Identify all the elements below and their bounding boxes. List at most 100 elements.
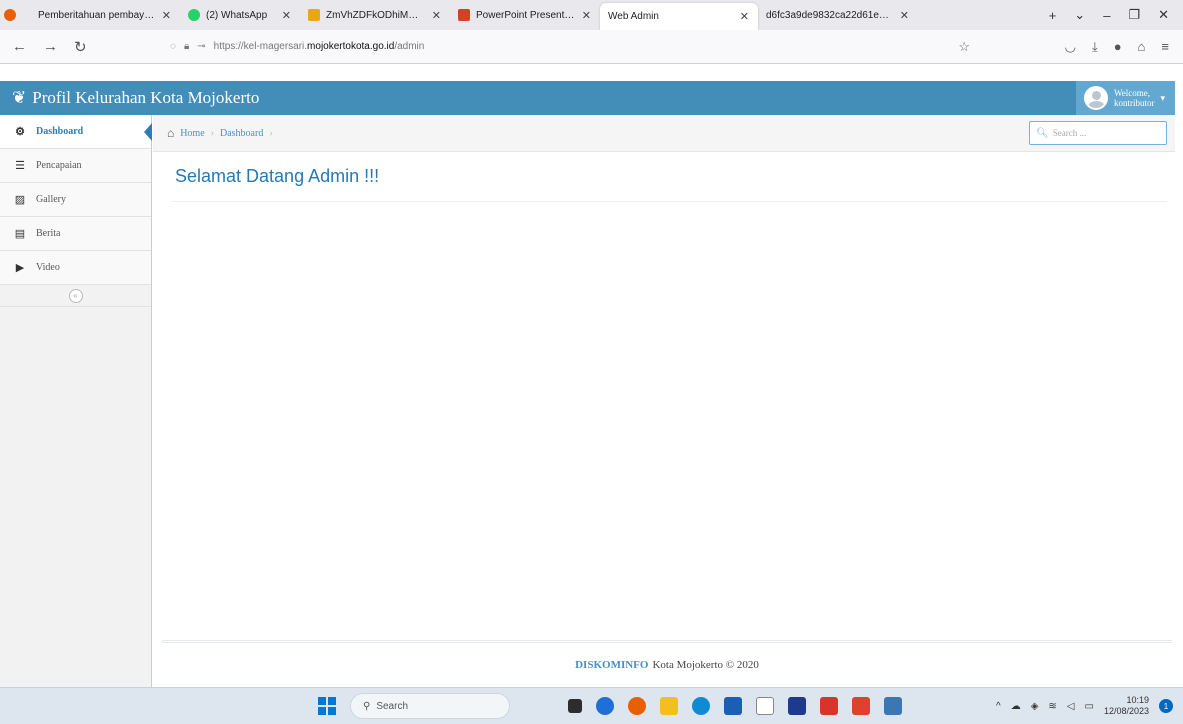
tab-title: d6fc3a9de9832ca22d61eb731e: [766, 9, 894, 21]
breadcrumb-current[interactable]: Dashboard: [220, 128, 263, 139]
reload-icon[interactable]: ↻: [74, 38, 87, 56]
chat-icon[interactable]: [596, 697, 614, 715]
game-icon[interactable]: [788, 697, 806, 715]
clock-date: 12/08/2023: [1103, 706, 1149, 716]
tab-title: Web Admin: [608, 11, 659, 22]
amazon-icon[interactable]: [756, 697, 774, 715]
close-icon[interactable]: ✕: [740, 10, 749, 23]
sidebar-item-video[interactable]: ▶ Video: [0, 251, 151, 285]
close-window-icon[interactable]: ✕: [1158, 7, 1169, 23]
close-icon[interactable]: ✕: [282, 9, 291, 22]
window-controls: + ⌄ – ❐ ✕: [1049, 0, 1183, 30]
edge-icon[interactable]: [692, 697, 710, 715]
nav-buttons: ← → ↻: [0, 38, 160, 56]
search-placeholder: Search ...: [1052, 128, 1087, 138]
footer-org: DISKOMINFO: [575, 658, 649, 671]
pdf-icon[interactable]: [852, 697, 870, 715]
app-header: ❦ Profil Kelurahan Kota Mojokerto Welcom…: [0, 81, 1175, 115]
close-icon[interactable]: ✕: [162, 9, 171, 22]
footer-text: Kota Mojokerto © 2020: [652, 658, 759, 671]
wifi-icon[interactable]: ≋: [1048, 701, 1056, 712]
network-icon[interactable]: ◈: [1031, 701, 1039, 712]
calculator-icon[interactable]: [884, 697, 902, 715]
tab-5[interactable]: d6fc3a9de9832ca22d61eb731e ✕: [758, 0, 918, 30]
video-icon: ▶: [15, 262, 25, 274]
volume-icon[interactable]: ◁: [1067, 701, 1075, 712]
footer: DISKOMINFO Kota Mojokerto © 2020: [162, 640, 1172, 686]
taskbar: ⚲ Search ^ ☁ ◈ ≋ ◁ ▭ 10:19 12/08/2023 1: [0, 687, 1183, 724]
user-menu[interactable]: Welcome, kontributor ▾: [1075, 81, 1175, 115]
battery-icon[interactable]: ▭: [1085, 701, 1094, 712]
breadcrumb-separator: ›: [269, 127, 273, 139]
account-icon[interactable]: ⌂: [1138, 39, 1146, 55]
firefox-taskbar-icon[interactable]: [628, 697, 646, 715]
lock-icon[interactable]: 🔒︎: [184, 41, 189, 52]
brand-title: Profil Kelurahan Kota Mojokerto: [32, 88, 260, 107]
breadcrumb-separator: ›: [210, 127, 214, 139]
sidebar-collapse-button[interactable]: «: [68, 288, 83, 303]
close-icon[interactable]: ✕: [432, 9, 441, 22]
tab-title: Pemberitahuan pembayaran Pa: [38, 9, 156, 21]
sidebar: ⚙ Dashboard ☰ Pencapaian ▨ Gallery ▤ Ber…: [0, 115, 152, 687]
restore-icon[interactable]: ❐: [1128, 7, 1140, 23]
extension-icon[interactable]: ●: [1114, 39, 1122, 55]
minimize-icon[interactable]: –: [1103, 8, 1110, 23]
task-view-icon[interactable]: [568, 699, 582, 713]
tab-4[interactable]: Web Admin ✕: [600, 3, 758, 30]
notification-badge[interactable]: 1: [1159, 699, 1173, 713]
clock[interactable]: 10:19 12/08/2023: [1104, 695, 1149, 717]
sidebar-item-dashboard[interactable]: ⚙ Dashboard: [0, 115, 152, 149]
browser-nav-bar: ← → ↻ ◌ 🔒︎ ⊸ https://kel-magersari.mojok…: [0, 30, 1183, 64]
new-tab-icon[interactable]: +: [1049, 8, 1057, 23]
brand[interactable]: ❦ Profil Kelurahan Kota Mojokerto: [0, 88, 259, 108]
tab-title: ZmVhZDFkODhiMGQ0NzQ: [326, 9, 426, 21]
toolbar-icons: ◡ ⤓ ● ⌂ ≡: [1065, 39, 1183, 55]
caret-down-icon: ▾: [1160, 93, 1165, 103]
url-bar[interactable]: ◌ 🔒︎ ⊸ https://kel-magersari.mojokertoko…: [160, 34, 980, 60]
cloud-icon[interactable]: ☁: [1011, 701, 1021, 712]
taskbar-apps: ⚲ Search: [318, 693, 902, 719]
tab-2[interactable]: ZmVhZDFkODhiMGQ0NzQ ✕: [300, 0, 450, 30]
sidebar-collapse-row: «: [0, 285, 151, 307]
tab-3[interactable]: PowerPoint Presentation - ✕: [450, 0, 600, 30]
url-path: /admin: [394, 41, 425, 52]
sidebar-item-pencapaian[interactable]: ☰ Pencapaian: [0, 149, 151, 183]
sidebar-item-gallery[interactable]: ▨ Gallery: [0, 183, 151, 217]
search-input[interactable]: 🔍︎ Search ...: [1029, 121, 1167, 145]
download-icon[interactable]: ⤓: [1092, 39, 1098, 55]
close-icon[interactable]: ✕: [900, 9, 909, 22]
shield-icon[interactable]: ◌: [170, 41, 176, 52]
tab-list-icon[interactable]: ⌄: [1074, 7, 1085, 23]
page-title: Selamat Datang Admin !!!: [175, 166, 380, 186]
forward-icon[interactable]: →: [43, 38, 58, 56]
title-divider: [171, 201, 1167, 202]
dashboard-icon: ⚙: [15, 126, 25, 138]
sidebar-item-label: Pencapaian: [36, 160, 82, 171]
file-explorer-icon[interactable]: [660, 697, 678, 715]
store-icon[interactable]: [724, 697, 742, 715]
windows-start-icon[interactable]: [318, 697, 336, 715]
wps-icon[interactable]: [820, 697, 838, 715]
bookmark-star-icon[interactable]: ☆: [958, 39, 970, 55]
breadcrumb-home-link[interactable]: Home: [180, 128, 204, 139]
chevron-up-icon[interactable]: ^: [996, 701, 1001, 712]
system-tray: ^ ☁ ◈ ≋ ◁ ▭ 10:19 12/08/2023 1: [996, 688, 1173, 724]
main-content: Selamat Datang Admin !!!: [153, 152, 1175, 687]
menu-icon[interactable]: ≡: [1161, 39, 1169, 55]
list-icon: ☰: [15, 160, 25, 172]
close-icon[interactable]: ✕: [582, 9, 591, 22]
url-text: https://kel-magersari.mojokertokota.go.i…: [214, 41, 425, 52]
sidebar-item-label: Berita: [36, 228, 61, 239]
tab-0[interactable]: Pemberitahuan pembayaran Pa ✕: [30, 0, 180, 30]
powerpoint-icon: [458, 9, 470, 21]
key-icon[interactable]: ⊸: [197, 41, 205, 52]
taskbar-search-label: Search: [376, 700, 409, 712]
tab-1[interactable]: (2) WhatsApp ✕: [180, 0, 300, 30]
sidebar-item-label: Dashboard: [36, 126, 84, 137]
search-icon: ⚲: [363, 700, 371, 712]
pocket-icon[interactable]: ◡: [1065, 39, 1076, 55]
breadcrumb: ⌂ Home › Dashboard › 🔍︎ Search ...: [153, 115, 1175, 152]
sidebar-item-berita[interactable]: ▤ Berita: [0, 217, 151, 251]
back-icon[interactable]: ←: [12, 38, 27, 56]
taskbar-search[interactable]: ⚲ Search: [350, 693, 510, 719]
